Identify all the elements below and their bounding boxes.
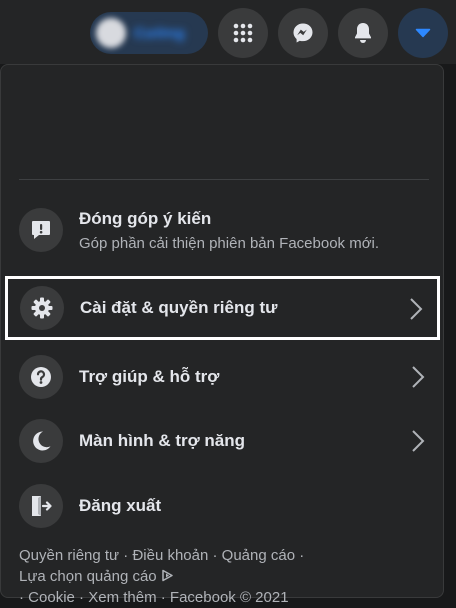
footer-separator: · [119,547,133,564]
footer-links: Quyền riêng tư · Điều khoản · Quảng cáo … [19,545,429,608]
chevron-right-icon [412,366,425,388]
help-title: Trợ giúp & hỗ trợ [79,367,220,386]
settings-privacy-item[interactable]: Cài đặt & quyền riêng tư [5,276,440,340]
footer-link-terms[interactable]: Điều khoản [132,547,208,564]
footer-separator: · [295,547,305,564]
logout-item[interactable]: Đăng xuất [7,474,439,538]
moon-icon [33,431,51,451]
feedback-icon-circle [19,208,63,252]
bell-icon [355,23,371,43]
logout-title: Đăng xuất [79,496,162,515]
messenger-icon [293,23,313,43]
footer-link-ad-choices[interactable]: Lựa chọn quảng cáo [19,568,174,585]
display-accessibility-item[interactable]: Màn hình & trợ năng [7,409,439,473]
footer-link-ads[interactable]: Quảng cáo [222,547,295,564]
chevron-right-icon [410,298,423,320]
caret-down-icon [415,28,431,38]
help-icon [31,367,51,387]
chevron-right-icon [412,430,425,452]
help-support-item[interactable]: Trợ giúp & hỗ trợ [7,345,439,409]
footer-link-privacy[interactable]: Quyền riêng tư [19,547,119,564]
gear-icon [31,297,53,319]
divider [19,179,429,180]
display-icon-circle [19,419,63,463]
profile-name: Cường [134,24,185,42]
menu-grid-icon [233,23,253,43]
top-bar: Cường [0,0,456,64]
logout-icon [32,496,52,516]
messenger-button[interactable] [278,8,328,58]
ad-choices-icon [162,569,173,582]
profile-button[interactable]: Cường [90,12,208,54]
footer-separator: · [208,547,222,564]
feedback-title: Đóng góp ý kiến [79,208,212,228]
display-title: Màn hình & trợ năng [79,431,246,450]
feedback-item[interactable]: Đóng góp ý kiến Góp phần cải thiện phiên… [7,198,439,262]
settings-icon-circle [20,286,64,330]
logout-icon-circle [19,484,63,528]
notifications-button[interactable] [338,8,388,58]
account-button[interactable] [398,8,448,58]
feedback-subtitle: Góp phần cải thiện phiên bản Facebook mớ… [79,234,380,252]
menu-button[interactable] [218,8,268,58]
help-icon-circle [19,355,63,399]
avatar [96,18,126,48]
account-dropdown: Đóng góp ý kiến Góp phần cải thiện phiên… [0,64,444,606]
footer-link-ad-choices-label: Lựa chọn quảng cáo [19,568,157,585]
feedback-icon [32,221,50,239]
settings-title: Cài đặt & quyền riêng tư [80,298,278,317]
